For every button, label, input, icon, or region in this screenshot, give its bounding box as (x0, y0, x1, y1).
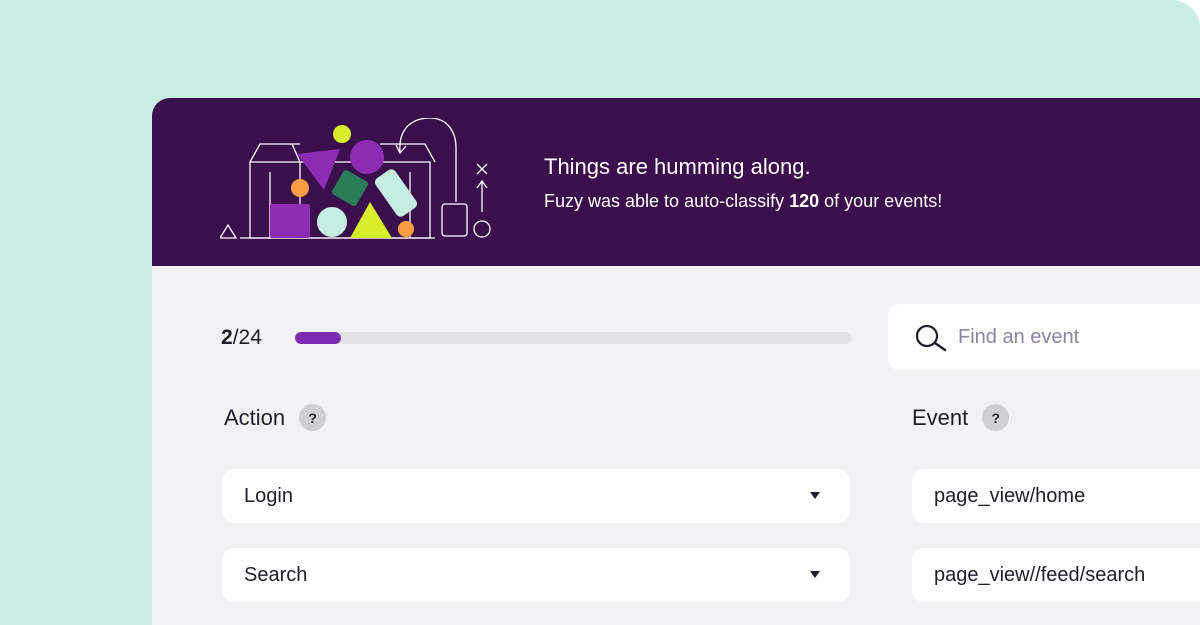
action-help-icon[interactable]: ? (299, 404, 327, 431)
classified-count: 120 (789, 191, 820, 211)
banner-sub-suffix: of your events! (819, 191, 943, 211)
search-icon (915, 324, 947, 352)
chevron-down-icon (810, 492, 820, 499)
progress-current: 2 (221, 326, 233, 349)
event-value: page_view/home (934, 485, 1086, 507)
banner-sub-prefix: Fuzy was able to auto-classify (544, 191, 790, 211)
progress-bar (295, 332, 851, 344)
search-box[interactable] (888, 304, 1200, 370)
progress-counter: 2/24 (221, 326, 262, 350)
banner-subtitle: Fuzy was able to auto-classify 120 of yo… (544, 191, 942, 212)
action-select-value: Search (244, 564, 308, 586)
app-window: Things are humming along. Fuzy was able … (152, 98, 1200, 625)
event-column-header: Event ? (912, 404, 1010, 431)
event-field-search[interactable]: page_view//feed/search (912, 548, 1200, 602)
chevron-down-icon (810, 571, 820, 578)
progress-row: 2/24 (221, 326, 851, 352)
progress-bar-fill (295, 332, 342, 344)
event-value: page_view//feed/search (934, 564, 1146, 586)
action-select-value: Login (244, 485, 293, 507)
progress-total: 24 (238, 326, 262, 349)
search-input[interactable] (958, 322, 1200, 352)
event-header-label: Event (912, 404, 969, 430)
action-select-login[interactable]: Login (222, 469, 850, 523)
event-field-home[interactable]: page_view/home (912, 469, 1200, 523)
classification-illustration (220, 118, 491, 239)
event-help-icon[interactable]: ? (982, 404, 1010, 431)
action-select-search[interactable]: Search (222, 548, 850, 602)
success-banner: Things are humming along. Fuzy was able … (152, 98, 1200, 266)
banner-title: Things are humming along. (544, 154, 811, 179)
action-header-label: Action (224, 404, 286, 430)
action-column-header: Action ? (224, 404, 327, 431)
